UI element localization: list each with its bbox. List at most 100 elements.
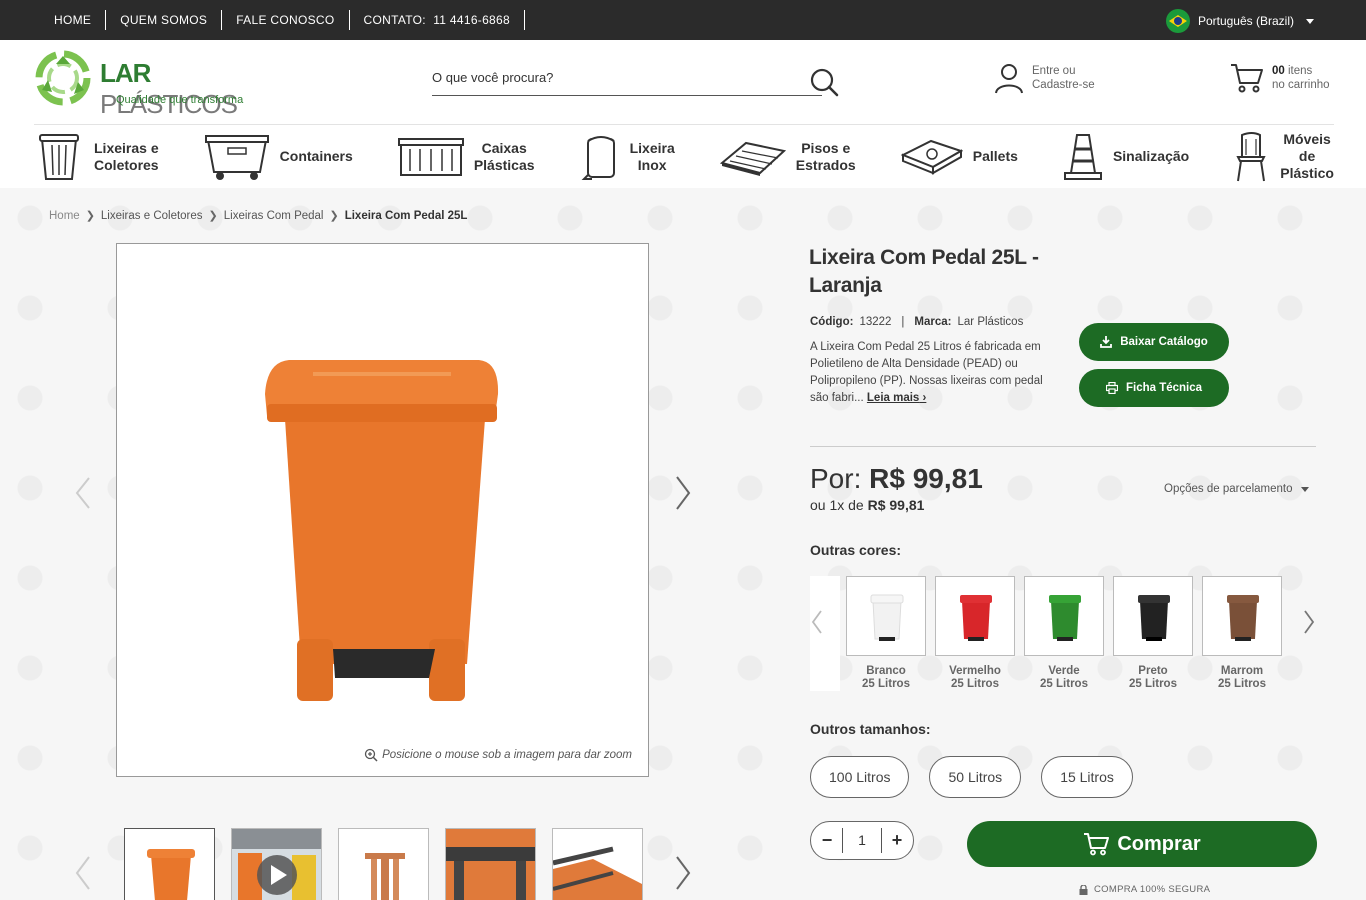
lock-icon [1079,884,1088,895]
tech-sheet-button[interactable]: Ficha Técnica [1079,369,1229,407]
account-link[interactable]: Entre ou Cadastre-se [994,62,1095,94]
category-moveis[interactable]: Móveis de Plástico [1234,125,1334,189]
read-more-link[interactable]: Leia mais › [867,392,926,404]
colors-next-button[interactable] [1296,602,1322,642]
cart-count-line: 00 itens [1272,64,1330,78]
site-header: LAR PLÁSTICOS Qualidade que transforma E… [0,40,1366,188]
logo-wordmark: LAR PLÁSTICOS [100,58,238,119]
cart-link[interactable]: 00 itens no carrinho [1230,62,1330,94]
chevron-down-icon [1300,486,1309,492]
thumbnail-image [147,849,195,900]
search-input[interactable] [432,62,792,92]
orange-bin-image [265,360,499,701]
category-pallets[interactable]: Pallets [900,125,1018,189]
category-label: Lixeira Inox [629,139,675,173]
other-sizes-heading: Outros tamanhos: [810,721,931,737]
size-options: 100 Litros 50 Litros 15 Litros [810,756,1133,798]
category-label: Móveis de Plástico [1280,131,1334,181]
quantity-value[interactable]: 1 [842,828,882,853]
category-pisos[interactable]: Pisos e Estrados [719,125,856,189]
color-thumb [846,576,926,656]
category-nav: Lixeiras e Coletores Containers Caixas P… [34,124,1334,188]
category-caixas[interactable]: Caixas Plásticas [397,125,535,189]
top-link-fale-conosco[interactable]: FALE CONOSCO [222,10,350,30]
search-icon[interactable] [808,66,840,98]
download-catalog-button[interactable]: Baixar Catálogo [1079,323,1229,361]
white-bin-image [870,594,904,641]
thumbnail[interactable] [124,828,215,900]
thumbnail[interactable] [338,828,429,900]
brazil-flag-icon [1165,9,1190,33]
site-logo[interactable]: LAR PLÁSTICOS Qualidade que transforma [34,50,264,119]
category-label: Sinalização [1112,148,1190,164]
steel-bin-icon [581,135,615,180]
color-option-preto[interactable]: Preto 25 Litros [1113,576,1193,691]
color-option-branco[interactable]: Branco 25 Litros [846,576,926,691]
top-contact[interactable]: CONTATO: 11 4416-6868 [350,10,525,30]
category-lixeiras[interactable]: Lixeiras e Coletores [34,125,159,189]
thumbs-next-button[interactable] [670,853,696,893]
installment: ou 1x de R$ 99,81 [810,497,924,513]
product-title: Lixeira Com Pedal 25L - Laranja [809,246,1039,297]
colors-prev-button[interactable] [804,602,830,642]
installment-options-dropdown[interactable]: Opções de parcelamento [1164,483,1309,495]
traffic-cone-icon [1063,133,1102,180]
thumbnail-video[interactable] [231,828,322,900]
color-name: Branco 25 Litros [862,665,910,690]
black-bin-image [1138,595,1170,641]
pallet-icon [900,139,963,175]
top-bar: HOME QUEM SOMOS FALE CONOSCO CONTATO: 11… [0,0,1366,40]
cart-count-suffix: itens [1284,65,1313,77]
zoom-in-icon [364,748,378,762]
color-thumb [935,576,1015,656]
size-option[interactable]: 100 Litros [810,756,910,798]
brown-bin-image [1227,595,1259,641]
color-option-marrom[interactable]: Marrom 25 Litros [1202,576,1282,691]
account-line2: Cadastre-se [1032,79,1095,91]
color-option-vermelho[interactable]: Vermelho 25 Litros [935,576,1015,691]
category-sinalizacao[interactable]: Sinalização [1063,125,1189,189]
category-lixeira-inox[interactable]: Lixeira Inox [580,125,675,189]
category-containers[interactable]: Containers [204,125,353,189]
language-selector[interactable]: Português (Brazil) [1165,9,1314,33]
cart-icon [1231,64,1263,93]
size-option[interactable]: 15 Litros [1041,756,1133,798]
breadcrumb-item[interactable]: Lixeiras Com Pedal [224,210,324,222]
decrement-button[interactable]: − [819,830,835,851]
top-link-quem-somos[interactable]: QUEM SOMOS [106,10,223,30]
breadcrumb-item[interactable]: Lixeiras e Coletores [101,210,203,222]
installment-prefix: ou 1x de [810,497,864,513]
divider [810,446,1316,447]
contact-phone: 11 4416-6868 [433,13,510,27]
container-icon [204,134,269,180]
zoom-hint-text: Posicione o mouse sob a imagem para dar … [382,749,632,761]
thumbnail[interactable] [445,828,536,900]
price: Por: R$ 99,81 [810,463,983,495]
color-thumb [1024,576,1104,656]
thumbnail-image [553,846,642,900]
price-prefix: Por: [810,463,862,494]
language-label: Português (Brazil) [1197,14,1294,28]
chevron-right-icon [1304,610,1315,634]
installment-options-label: Opções de parcelamento [1164,483,1293,495]
meta-divider: | [901,316,905,328]
gallery-next-button[interactable] [670,473,696,513]
size-option[interactable]: 50 Litros [929,756,1022,798]
thumbs-prev-button[interactable] [70,853,96,893]
tech-sheet-label: Ficha Técnica [1125,382,1203,394]
color-option-verde[interactable]: Verde 25 Litros [1024,576,1104,691]
increment-button[interactable]: + [889,830,905,851]
breadcrumb-item[interactable]: Home [49,210,80,222]
category-label: Caixas Plásticas [473,139,535,173]
thumbnail[interactable] [552,828,643,900]
buy-button[interactable]: Comprar [967,821,1317,867]
main-product-image[interactable]: Posicione o mouse sob a imagem para dar … [116,243,649,777]
green-bin-image [1049,595,1081,641]
category-label: Pisos e Estrados [795,139,856,173]
gallery-prev-button[interactable] [70,473,96,513]
top-link-home[interactable]: HOME [40,10,107,30]
chevron-right-icon [676,476,691,510]
zoom-hint: Posicione o mouse sob a imagem para dar … [364,748,632,762]
chevron-left-icon [75,477,90,509]
category-label: Lixeiras e Coletores [94,139,159,173]
